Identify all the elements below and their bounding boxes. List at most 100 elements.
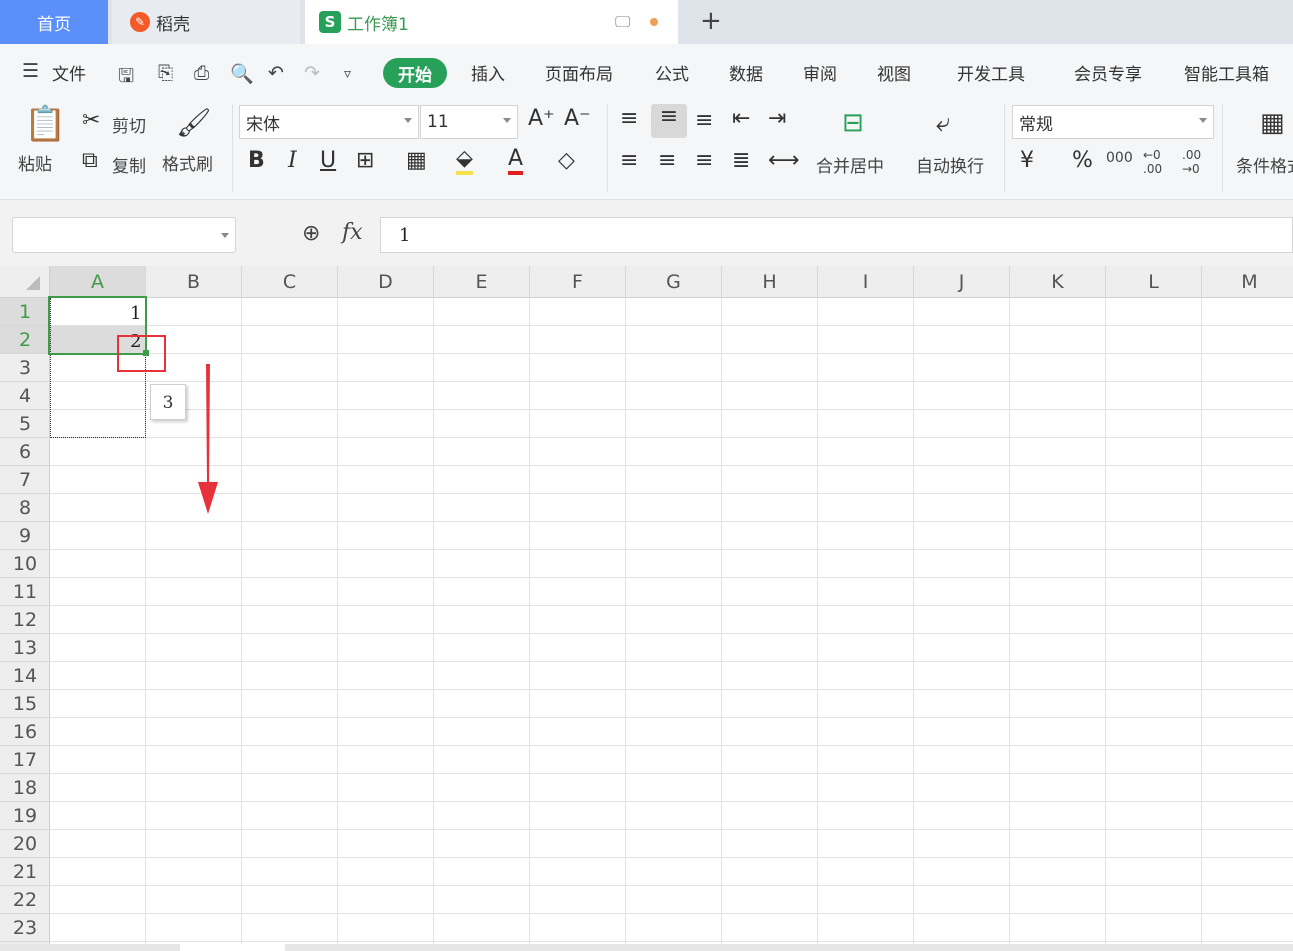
justify-icon[interactable]: ≣ bbox=[732, 148, 750, 173]
decrease-font-icon[interactable]: A⁻ bbox=[564, 106, 591, 131]
wrap-text-button[interactable]: 自动换行 bbox=[916, 152, 984, 177]
row-header-15[interactable]: 15 bbox=[0, 690, 50, 718]
menu-view[interactable]: 视图 bbox=[877, 60, 911, 85]
save-icon[interactable]: 🖫 bbox=[118, 62, 134, 94]
menu-developer[interactable]: 开发工具 bbox=[957, 60, 1025, 85]
print-preview-icon[interactable]: 🔍 bbox=[230, 62, 254, 85]
formula-input[interactable]: 1 bbox=[380, 217, 1293, 253]
align-center-icon[interactable]: ≡ bbox=[658, 148, 676, 173]
number-format-select[interactable]: 常规 bbox=[1012, 105, 1214, 139]
row-header-3[interactable]: 3 bbox=[0, 354, 50, 382]
currency-icon[interactable]: ¥ bbox=[1020, 148, 1034, 173]
align-bottom-icon[interactable]: ≡ bbox=[695, 108, 713, 133]
merge-center-icon[interactable]: ⊟ bbox=[842, 108, 864, 138]
column-header-m[interactable]: M bbox=[1202, 266, 1293, 298]
cell-a1[interactable]: 1 bbox=[130, 303, 141, 324]
align-left-icon[interactable]: ≡ bbox=[620, 148, 638, 173]
tab-workbook[interactable]: S 工作簿1 🖵 bbox=[305, 0, 678, 44]
cut-button[interactable]: 剪切 bbox=[112, 112, 146, 137]
format-painter-button[interactable]: 格式刷 bbox=[162, 150, 213, 175]
borders-icon[interactable]: ⊞ bbox=[356, 148, 374, 173]
customize-dropdown-icon[interactable]: ▿ bbox=[344, 66, 351, 82]
row-header-9[interactable]: 9 bbox=[0, 522, 50, 550]
row-header-17[interactable]: 17 bbox=[0, 746, 50, 774]
row-header-18[interactable]: 18 bbox=[0, 774, 50, 802]
column-header-i[interactable]: I bbox=[818, 266, 914, 298]
tab-home[interactable]: 首页 bbox=[0, 0, 108, 44]
menu-file[interactable]: 文件 bbox=[52, 60, 86, 85]
zoom-icon[interactable]: ⊕ bbox=[302, 221, 320, 246]
distribute-icon[interactable]: ⟷ bbox=[768, 148, 800, 173]
tab-daoke[interactable]: ✎ 稻壳 bbox=[112, 0, 300, 44]
underline-icon[interactable]: U bbox=[320, 148, 336, 173]
menu-review[interactable]: 审阅 bbox=[803, 60, 837, 85]
wrap-text-icon[interactable]: ⤶ bbox=[936, 108, 951, 139]
row-header-20[interactable]: 20 bbox=[0, 830, 50, 858]
paste-button[interactable]: 粘贴 bbox=[18, 150, 52, 175]
column-header-h[interactable]: H bbox=[722, 266, 818, 298]
name-box[interactable] bbox=[12, 217, 236, 253]
percent-icon[interactable]: % bbox=[1072, 148, 1093, 173]
increase-font-icon[interactable]: A⁺ bbox=[528, 106, 555, 131]
column-header-g[interactable]: G bbox=[626, 266, 722, 298]
menu-formulas[interactable]: 公式 bbox=[655, 60, 689, 85]
cell-grid[interactable] bbox=[50, 298, 1293, 951]
font-color-icon[interactable]: A bbox=[508, 146, 524, 175]
scrollbar-thumb[interactable] bbox=[180, 944, 285, 951]
column-header-d[interactable]: D bbox=[338, 266, 434, 298]
row-header-22[interactable]: 22 bbox=[0, 886, 50, 914]
row-header-1[interactable]: 1 bbox=[0, 298, 50, 326]
add-tab-button[interactable]: + bbox=[700, 6, 722, 36]
decrease-decimal-icon[interactable]: .00 →0 bbox=[1182, 148, 1214, 176]
row-header-12[interactable]: 12 bbox=[0, 606, 50, 634]
row-header-14[interactable]: 14 bbox=[0, 662, 50, 690]
decrease-indent-icon[interactable]: ⇤ bbox=[732, 106, 750, 131]
row-header-2[interactable]: 2 bbox=[0, 326, 50, 354]
row-header-6[interactable]: 6 bbox=[0, 438, 50, 466]
menu-page-layout[interactable]: 页面布局 bbox=[545, 60, 613, 85]
scissors-icon[interactable]: ✂ bbox=[82, 108, 100, 133]
italic-icon[interactable]: I bbox=[288, 148, 297, 173]
fill-color-icon[interactable]: ⬙ bbox=[456, 146, 473, 175]
row-header-10[interactable]: 10 bbox=[0, 550, 50, 578]
undo-icon[interactable]: ↶ bbox=[268, 62, 284, 84]
hamburger-icon[interactable]: ☰ bbox=[22, 60, 39, 82]
row-header-16[interactable]: 16 bbox=[0, 718, 50, 746]
row-header-13[interactable]: 13 bbox=[0, 634, 50, 662]
menu-start[interactable]: 开始 bbox=[383, 58, 447, 88]
column-header-l[interactable]: L bbox=[1106, 266, 1202, 298]
format-painter-icon[interactable]: 🖌 bbox=[176, 106, 212, 139]
merge-center-button[interactable]: 合并居中 bbox=[816, 152, 884, 177]
conditional-format-icon[interactable]: ▦ bbox=[1260, 108, 1285, 138]
row-header-11[interactable]: 11 bbox=[0, 578, 50, 606]
increase-decimal-icon[interactable]: ←0 .00 bbox=[1143, 148, 1175, 176]
increase-indent-icon[interactable]: ⇥ bbox=[768, 106, 786, 131]
align-middle-icon[interactable]: ≡ bbox=[651, 104, 687, 138]
row-header-23[interactable]: 23 bbox=[0, 914, 50, 942]
menu-insert[interactable]: 插入 bbox=[471, 60, 505, 85]
align-top-icon[interactable]: ≡ bbox=[620, 106, 638, 131]
fx-button[interactable]: fx bbox=[342, 220, 363, 245]
column-header-e[interactable]: E bbox=[434, 266, 530, 298]
cell-style-icon[interactable]: ▦ bbox=[406, 148, 427, 173]
column-header-j[interactable]: J bbox=[914, 266, 1010, 298]
row-header-4[interactable]: 4 bbox=[0, 382, 50, 410]
menu-member[interactable]: 会员专享 bbox=[1074, 60, 1142, 85]
bold-icon[interactable]: B bbox=[248, 148, 265, 173]
conditional-format-button[interactable]: 条件格式 bbox=[1236, 152, 1293, 177]
align-right-icon[interactable]: ≡ bbox=[695, 148, 713, 173]
thousands-separator-icon[interactable]: 000 bbox=[1106, 150, 1133, 166]
row-header-19[interactable]: 19 bbox=[0, 802, 50, 830]
font-size-select[interactable]: 11 bbox=[420, 105, 518, 139]
monitor-icon[interactable]: 🖵 bbox=[615, 12, 630, 32]
row-header-8[interactable]: 8 bbox=[0, 494, 50, 522]
export-pdf-icon[interactable]: ⎘ bbox=[158, 62, 173, 84]
copy-icon[interactable]: ⧉ bbox=[82, 148, 98, 173]
column-header-c[interactable]: C bbox=[242, 266, 338, 298]
redo-icon[interactable]: ↷ bbox=[304, 62, 320, 84]
column-header-a[interactable]: A bbox=[50, 266, 146, 298]
copy-button[interactable]: 复制 bbox=[112, 152, 146, 177]
print-icon[interactable]: ⎙ bbox=[194, 62, 209, 84]
column-header-k[interactable]: K bbox=[1010, 266, 1106, 298]
eraser-icon[interactable]: ◇ bbox=[558, 148, 575, 173]
